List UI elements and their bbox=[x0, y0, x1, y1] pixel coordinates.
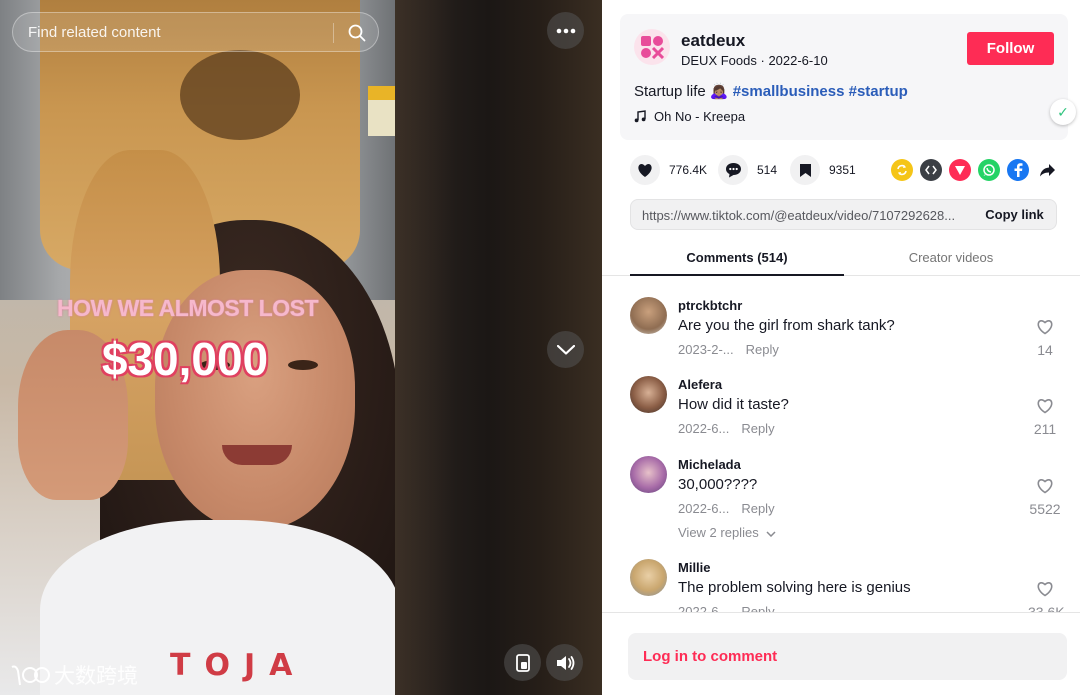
follow-button[interactable]: Follow bbox=[967, 32, 1054, 65]
music-title: Oh No - Kreepa bbox=[654, 109, 746, 124]
comment-icon bbox=[725, 163, 741, 178]
comment-text: How did it taste? bbox=[678, 396, 789, 413]
video-caption: Startup life 🙇🏽‍♀️ #smallbusiness #start… bbox=[634, 82, 908, 100]
comment-username[interactable]: ptrckbtchr bbox=[678, 298, 742, 313]
heart-icon bbox=[638, 163, 652, 177]
author-avatar[interactable] bbox=[634, 29, 670, 65]
view-replies-label: View 2 replies bbox=[678, 525, 759, 540]
heart-outline-icon bbox=[1037, 320, 1053, 335]
reply-button[interactable]: Reply bbox=[741, 501, 774, 516]
comment-meta: 2023-2-... Reply bbox=[678, 342, 779, 357]
video-player[interactable]: TOJA HOW WE ALMOST LOST $30,000 大数跨境 bbox=[0, 0, 602, 695]
more-options-icon[interactable] bbox=[547, 12, 584, 49]
reply-button[interactable]: Reply bbox=[746, 342, 779, 357]
author-username[interactable]: eatdeux bbox=[681, 31, 745, 51]
favorite-button[interactable]: 9351 bbox=[790, 154, 856, 186]
comment-list[interactable]: ptrckbtchr Are you the girl from shark t… bbox=[602, 277, 1080, 612]
share-arrow-icon[interactable] bbox=[1036, 159, 1058, 181]
view-replies-button[interactable]: View 2 replies bbox=[678, 525, 776, 540]
video-frame: TOJA HOW WE ALMOST LOST $30,000 bbox=[0, 0, 395, 695]
watermark-logo-icon bbox=[11, 665, 50, 686]
like-button[interactable]: 776.4K bbox=[630, 154, 707, 186]
music-link[interactable]: Oh No - Kreepa bbox=[634, 109, 745, 124]
avatar[interactable] bbox=[630, 456, 667, 493]
comment-date: 2023-2-... bbox=[678, 342, 734, 357]
comment-username[interactable]: Michelada bbox=[678, 457, 741, 472]
author-subline: DEUX Foods · 2022-6-10 bbox=[681, 53, 828, 68]
facebook-icon[interactable] bbox=[1007, 159, 1029, 181]
comment-like-button[interactable]: 211 bbox=[1028, 398, 1062, 437]
avatar[interactable] bbox=[630, 376, 667, 413]
tab-creator-videos[interactable]: Creator videos bbox=[844, 240, 1058, 276]
comment-button[interactable]: 514 bbox=[718, 154, 777, 186]
chevron-down-icon bbox=[766, 531, 776, 538]
watermark-text: 大数跨境 bbox=[54, 664, 138, 688]
heart-outline-icon bbox=[1037, 479, 1053, 494]
comment-username[interactable]: Millie bbox=[678, 560, 711, 575]
video-shirt-text: TOJA bbox=[170, 648, 307, 683]
heart-outline-icon bbox=[1037, 582, 1053, 597]
comment-footer: Log in to comment bbox=[602, 612, 1080, 695]
hashtag-link[interactable]: #startup bbox=[849, 83, 908, 100]
comment-like-button[interactable]: 14 bbox=[1028, 319, 1062, 358]
reply-button[interactable]: Reply bbox=[741, 604, 774, 612]
side-panel: eatdeux DEUX Foods · 2022-6-10 Follow St… bbox=[602, 0, 1080, 695]
heart-outline-icon bbox=[1037, 399, 1053, 414]
send-icon[interactable] bbox=[949, 159, 971, 181]
bookmark-icon bbox=[799, 163, 811, 177]
like-count: 776.4K bbox=[669, 163, 708, 177]
reply-button[interactable]: Reply bbox=[741, 421, 774, 436]
comment-like-button[interactable]: 5522 bbox=[1028, 478, 1062, 517]
volume-icon[interactable] bbox=[546, 644, 583, 681]
comment-text: The problem solving here is genius bbox=[678, 579, 911, 596]
repost-icon[interactable] bbox=[891, 159, 913, 181]
video-warning-label bbox=[368, 86, 395, 136]
action-row: 776.4K 514 9351 bbox=[630, 154, 1060, 186]
comment-meta: 2022-6... Reply bbox=[678, 604, 775, 612]
comment-like-count: 14 bbox=[1037, 342, 1053, 358]
search-bar[interactable] bbox=[12, 12, 379, 52]
copy-link-button[interactable]: Copy link bbox=[971, 200, 1058, 229]
author-card: eatdeux DEUX Foods · 2022-6-10 Follow St… bbox=[620, 14, 1068, 140]
search-input[interactable] bbox=[13, 23, 313, 41]
search-icon[interactable] bbox=[343, 19, 371, 47]
tab-bar: Comments (514) Creator videos bbox=[602, 240, 1080, 276]
next-video-chevron-down-icon[interactable] bbox=[547, 331, 584, 368]
comment-text: 30,000???? bbox=[678, 476, 758, 493]
author-display-name: DEUX Foods bbox=[681, 53, 757, 68]
comment-like-count: 211 bbox=[1033, 421, 1057, 437]
whatsapp-icon[interactable] bbox=[978, 159, 1000, 181]
caption-text: Startup life 🙇🏽‍♀️ bbox=[634, 83, 733, 100]
watermark: 大数跨境 bbox=[10, 660, 138, 690]
tab-comments[interactable]: Comments (514) bbox=[630, 240, 844, 276]
comment-like-button[interactable]: 33.6K bbox=[1028, 581, 1065, 612]
comment-count: 514 bbox=[757, 163, 778, 177]
comment-date: 2022-6... bbox=[678, 604, 730, 612]
avatar[interactable] bbox=[630, 297, 667, 334]
video-overlay-caption: HOW WE ALMOST LOST bbox=[56, 295, 319, 321]
extension-badge-icon[interactable]: ✓ bbox=[1050, 99, 1076, 125]
comment-text: Are you the girl from shark tank? bbox=[678, 317, 895, 334]
hashtag-link[interactable]: #smallbusiness bbox=[733, 83, 845, 100]
picture-in-picture-icon[interactable] bbox=[504, 644, 541, 681]
comment-date: 2022-6... bbox=[678, 421, 730, 436]
comment-meta: 2022-6... Reply bbox=[678, 501, 775, 516]
music-note-icon bbox=[634, 110, 646, 123]
comment-like-count: 33.6K bbox=[1028, 604, 1065, 612]
video-url[interactable]: https://www.tiktok.com/@eatdeux/video/71… bbox=[642, 208, 972, 223]
login-to-comment-button[interactable]: Log in to comment bbox=[628, 633, 1067, 680]
avatar[interactable] bbox=[630, 559, 667, 596]
video-overlay-amount: $30,000 bbox=[101, 333, 269, 385]
comment-username[interactable]: Alefera bbox=[678, 377, 722, 392]
comment-meta: 2022-6... Reply bbox=[678, 421, 775, 436]
search-divider bbox=[333, 23, 334, 43]
save-count: 9351 bbox=[829, 163, 856, 177]
deux-logo-icon bbox=[641, 36, 664, 59]
post-date: 2022-6-10 bbox=[768, 53, 828, 68]
copy-link-box: https://www.tiktok.com/@eatdeux/video/71… bbox=[630, 199, 1057, 230]
comment-date: 2022-6... bbox=[678, 501, 730, 516]
comment-like-count: 5522 bbox=[1029, 501, 1061, 517]
embed-icon[interactable] bbox=[920, 159, 942, 181]
